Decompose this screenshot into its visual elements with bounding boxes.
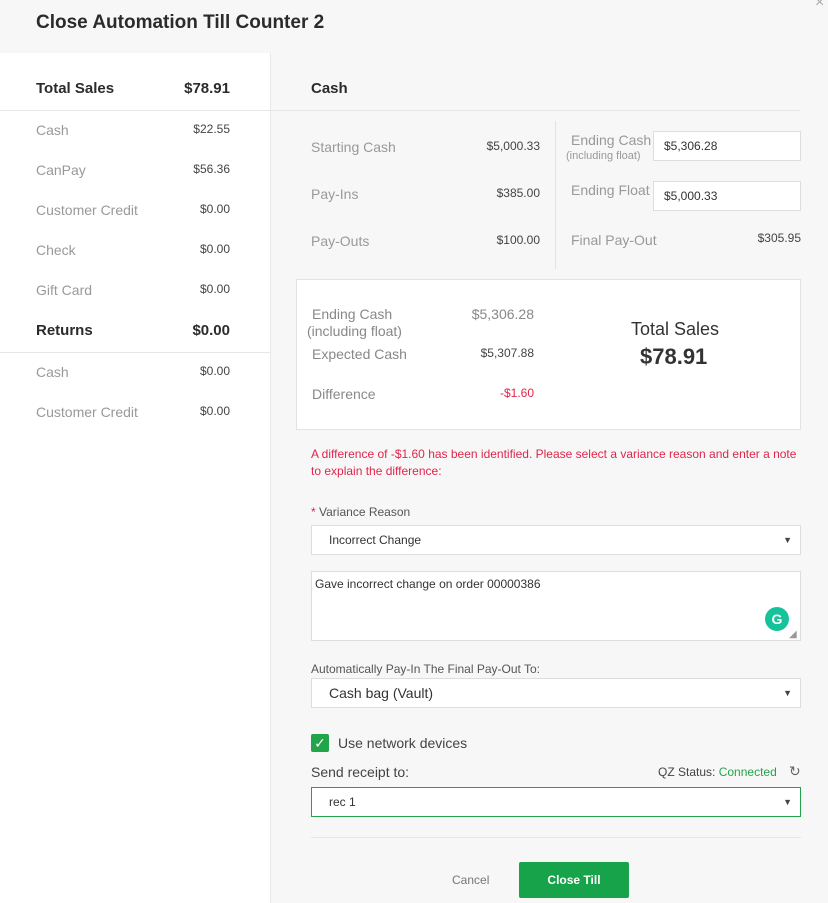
close-icon[interactable]: × (815, 0, 824, 12)
payin-destination-select[interactable]: Cash bag (Vault) ▼ (311, 678, 801, 708)
qz-status-value: Connected (718, 765, 777, 779)
divider (0, 110, 270, 111)
sales-item-value: $0.00 (199, 242, 230, 256)
chevron-down-icon: ▼ (783, 797, 792, 807)
return-item-label: Cash (36, 364, 69, 380)
divider (311, 837, 801, 838)
sales-item-label: Check (36, 242, 76, 258)
payin-label: Automatically Pay-In The Final Pay-Out T… (311, 662, 540, 676)
summary-ending-cash-sublabel: (including float) (307, 323, 402, 339)
starting-cash-value: $5,000.33 (486, 139, 540, 153)
returns-value: $0.00 (192, 322, 230, 339)
expected-cash-value: $5,307.88 (480, 346, 534, 360)
total-sales-value: $78.91 (640, 344, 708, 369)
total-sales-value: $78.91 (184, 80, 230, 97)
expected-cash-label: Expected Cash (312, 346, 407, 362)
pay-outs-value: $100.00 (496, 233, 540, 247)
ending-cash-label: Ending Cash (571, 132, 652, 148)
dialog-title: Close Automation Till Counter 2 (36, 12, 325, 33)
variance-reason-label: * Variance Reason (311, 505, 410, 519)
qz-status: QZ Status: Connected (658, 765, 777, 779)
pay-ins-label: Pay-Ins (311, 186, 359, 202)
summary-ending-cash-label: Ending Cash (312, 306, 393, 322)
difference-label: Difference (312, 386, 376, 402)
payin-destination-value: Cash bag (Vault) (329, 685, 434, 701)
cash-panel: Cash Starting Cash $5,000.33 Pay-Ins $38… (271, 53, 828, 903)
summary-ending-cash-value: $5,306.28 (471, 306, 534, 322)
variance-reason-value: Incorrect Change (329, 533, 422, 547)
section-title: Cash (311, 80, 348, 97)
final-payout-label: Final Pay-Out (571, 232, 657, 248)
sales-item-label: Gift Card (36, 282, 93, 298)
total-sales-label: Total Sales (36, 80, 115, 97)
return-item-label: Customer Credit (36, 404, 138, 420)
qz-status-label: QZ Status: (658, 765, 716, 779)
resize-handle-icon[interactable]: ◢ (789, 629, 797, 640)
variance-note-textarea[interactable]: Gave incorrect change on order 00000386 (311, 571, 801, 641)
sales-item-value: $0.00 (199, 202, 230, 216)
total-sales-label: Total Sales (631, 319, 720, 339)
reconciliation-card: Ending Cash (including float) $5,306.28 … (296, 279, 801, 430)
cancel-button[interactable]: Cancel (452, 873, 489, 887)
sales-summary-panel: Total Sales $78.91 Cash $22.55 CanPay $5… (0, 53, 271, 903)
grammarly-icon[interactable]: G (765, 607, 789, 631)
ending-cash-input[interactable]: $5,306.28 (653, 131, 801, 161)
use-network-devices-checkbox[interactable]: ✓ (311, 734, 329, 752)
column-divider (555, 121, 556, 269)
difference-value: -$1.60 (499, 386, 534, 400)
receipt-printer-select[interactable]: rec 1 ▼ (311, 787, 801, 817)
receipt-printer-value: rec 1 (329, 795, 356, 809)
sales-item-value: $22.55 (193, 122, 230, 136)
sales-item-value: $56.36 (193, 162, 230, 176)
divider (0, 352, 270, 353)
close-till-button[interactable]: Close Till (519, 862, 629, 898)
divider (271, 110, 800, 111)
use-network-devices-label: Use network devices (338, 735, 468, 751)
chevron-down-icon: ▼ (783, 535, 792, 545)
ending-float-label: Ending Float (571, 182, 650, 198)
variance-warning: A difference of -$1.60 has been identifi… (311, 447, 797, 478)
variance-reason-select[interactable]: Incorrect Change ▼ (311, 525, 801, 555)
variance-reason-text: Variance Reason (319, 505, 411, 519)
send-receipt-label: Send receipt to: (311, 764, 410, 780)
starting-cash-label: Starting Cash (311, 139, 396, 155)
ending-cash-sublabel: (including float) (566, 150, 641, 162)
dialog-header: Close Automation Till Counter 2 × (0, 0, 828, 53)
return-item-value: $0.00 (199, 364, 230, 378)
required-mark: * (311, 505, 316, 519)
ending-float-input[interactable]: $5,000.33 (653, 181, 801, 211)
refresh-icon[interactable]: ↻ (789, 763, 801, 780)
final-payout-value: $305.95 (757, 231, 801, 245)
pay-outs-label: Pay-Outs (311, 233, 370, 249)
returns-label: Returns (36, 322, 93, 339)
sales-item-label: CanPay (36, 162, 86, 178)
sales-item-value: $0.00 (199, 282, 230, 296)
sales-item-label: Cash (36, 122, 69, 138)
return-item-value: $0.00 (199, 404, 230, 418)
pay-ins-value: $385.00 (496, 186, 540, 200)
close-till-dialog: Close Automation Till Counter 2 × Total … (0, 0, 828, 903)
sales-item-label: Customer Credit (36, 202, 138, 218)
chevron-down-icon: ▼ (783, 688, 792, 698)
